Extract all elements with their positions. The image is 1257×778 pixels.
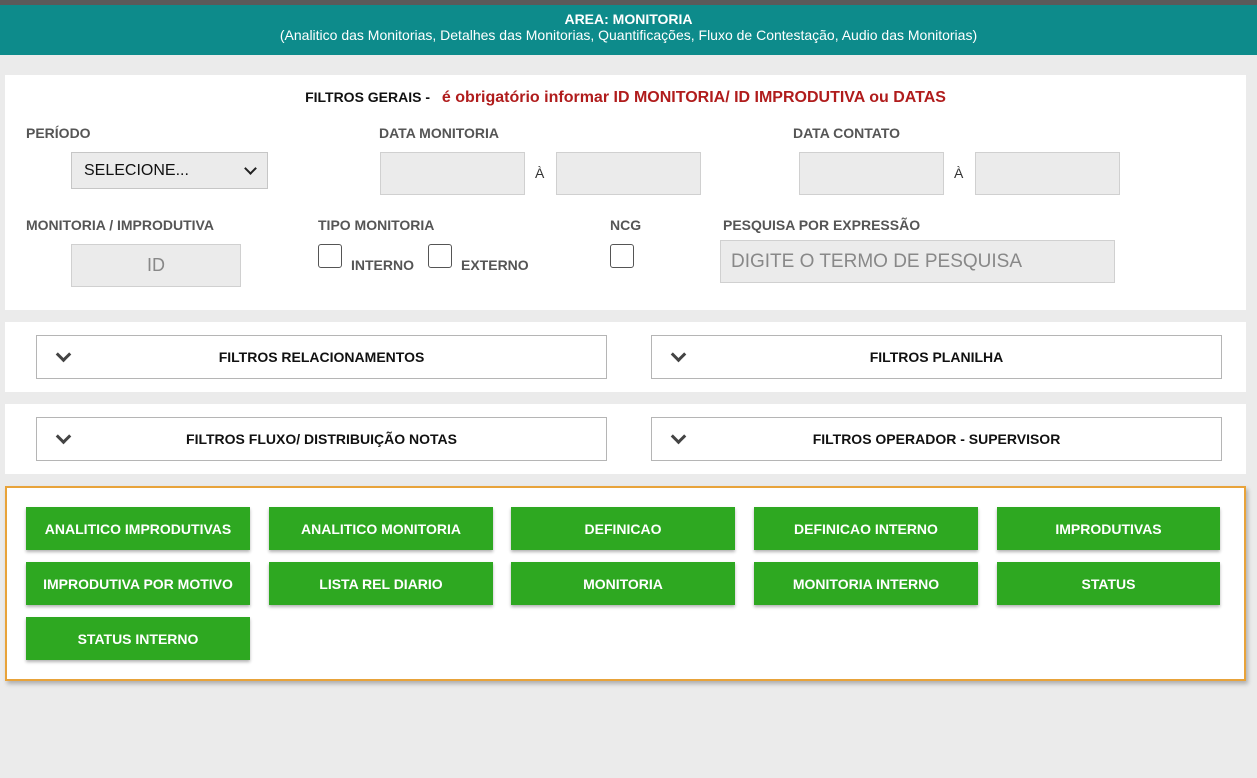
- accordion-filtros-planilha[interactable]: FILTROS PLANILHA: [651, 335, 1222, 379]
- accordion-filtros-fluxo[interactable]: FILTROS FLUXO/ DISTRIBUIÇÃO NOTAS: [36, 417, 607, 461]
- accordion-filtros-relacionamentos[interactable]: FILTROS RELACIONAMENTOS: [36, 335, 607, 379]
- report-button-improdutivas[interactable]: IMPRODUTIVAS: [997, 507, 1220, 550]
- periodo-select[interactable]: SELECIONE...: [71, 152, 268, 189]
- report-button-status-interno[interactable]: STATUS INTERNO: [26, 617, 250, 660]
- report-button-analitico-improdutivas[interactable]: ANALITICO IMPRODUTIVAS: [26, 507, 250, 550]
- data-contato-end-input[interactable]: [975, 152, 1120, 195]
- pesquisa-label: PESQUISA POR EXPRESSÃO: [723, 217, 921, 233]
- report-button-improdutiva-por-motivo[interactable]: IMPRODUTIVA POR MOTIVO: [26, 562, 250, 605]
- accordion-label: FILTROS FLUXO/ DISTRIBUIÇÃO NOTAS: [186, 431, 457, 447]
- monitoria-improdutiva-label: MONITORIA / IMPRODUTIVA: [26, 217, 214, 233]
- interno-label: INTERNO: [351, 257, 414, 273]
- data-monitoria-end-input[interactable]: [556, 152, 701, 195]
- accordion-label: FILTROS PLANILHA: [869, 349, 1004, 365]
- id-input[interactable]: ID: [71, 244, 241, 287]
- periodo-selected-value: SELECIONE...: [84, 161, 189, 179]
- interno-checkbox[interactable]: [318, 244, 342, 268]
- report-button-lista-rel-diario[interactable]: LISTA REL DIARIO: [269, 562, 493, 605]
- general-filters-panel: FILTROS GERAIS - é obrigatório informar …: [5, 75, 1246, 310]
- required-notice: é obrigatório informar ID MONITORIA/ ID …: [441, 89, 946, 106]
- accordion-row-1: FILTROS RELACIONAMENTOS FILTROS PLANILHA: [5, 322, 1246, 392]
- data-contato-label: DATA CONTATO: [793, 125, 901, 141]
- externo-label: EXTERNO: [461, 257, 529, 273]
- accordion-row-2: FILTROS FLUXO/ DISTRIBUIÇÃO NOTAS FILTRO…: [5, 404, 1246, 474]
- periodo-label: PERÍODO: [26, 125, 91, 141]
- area-header: AREA: MONITORIA (Analitico das Monitoria…: [0, 5, 1257, 55]
- tipo-monitoria-label: TIPO MONITORIA: [318, 217, 435, 233]
- report-button-definicao[interactable]: DEFINICAO: [511, 507, 735, 550]
- range-separator: À: [535, 165, 545, 181]
- externo-checkbox[interactable]: [428, 244, 452, 268]
- chevron-down-icon: [244, 162, 257, 175]
- data-contato-start-input[interactable]: [799, 152, 944, 195]
- report-button-definicao-interno[interactable]: DEFINICAO INTERNO: [754, 507, 978, 550]
- search-expression-input[interactable]: DIGITE O TERMO DE PESQUISA: [720, 240, 1115, 283]
- area-title: AREA: MONITORIA: [564, 11, 693, 27]
- data-monitoria-label: DATA MONITORIA: [379, 125, 500, 141]
- general-filters-title: FILTROS GERAIS -: [305, 89, 431, 105]
- accordion-label: FILTROS RELACIONAMENTOS: [218, 349, 425, 365]
- ncg-label: NCG: [610, 217, 642, 233]
- report-button-status[interactable]: STATUS: [997, 562, 1220, 605]
- report-button-monitoria[interactable]: MONITORIA: [511, 562, 735, 605]
- general-filters-heading: FILTROS GERAIS - é obrigatório informar …: [5, 89, 1246, 107]
- accordion-label: FILTROS OPERADOR - SUPERVISOR: [812, 431, 1061, 447]
- range-separator: À: [954, 165, 964, 181]
- data-monitoria-start-input[interactable]: [380, 152, 525, 195]
- report-button-analitico-monitoria[interactable]: ANALITICO MONITORIA: [269, 507, 493, 550]
- report-button-monitoria-interno[interactable]: MONITORIA INTERNO: [754, 562, 978, 605]
- reports-panel: ANALITICO IMPRODUTIVAS ANALITICO MONITOR…: [5, 486, 1246, 681]
- area-subtitle: (Analitico das Monitorias, Detalhes das …: [279, 27, 978, 43]
- ncg-checkbox[interactable]: [610, 244, 634, 268]
- accordion-filtros-operador[interactable]: FILTROS OPERADOR - SUPERVISOR: [651, 417, 1222, 461]
